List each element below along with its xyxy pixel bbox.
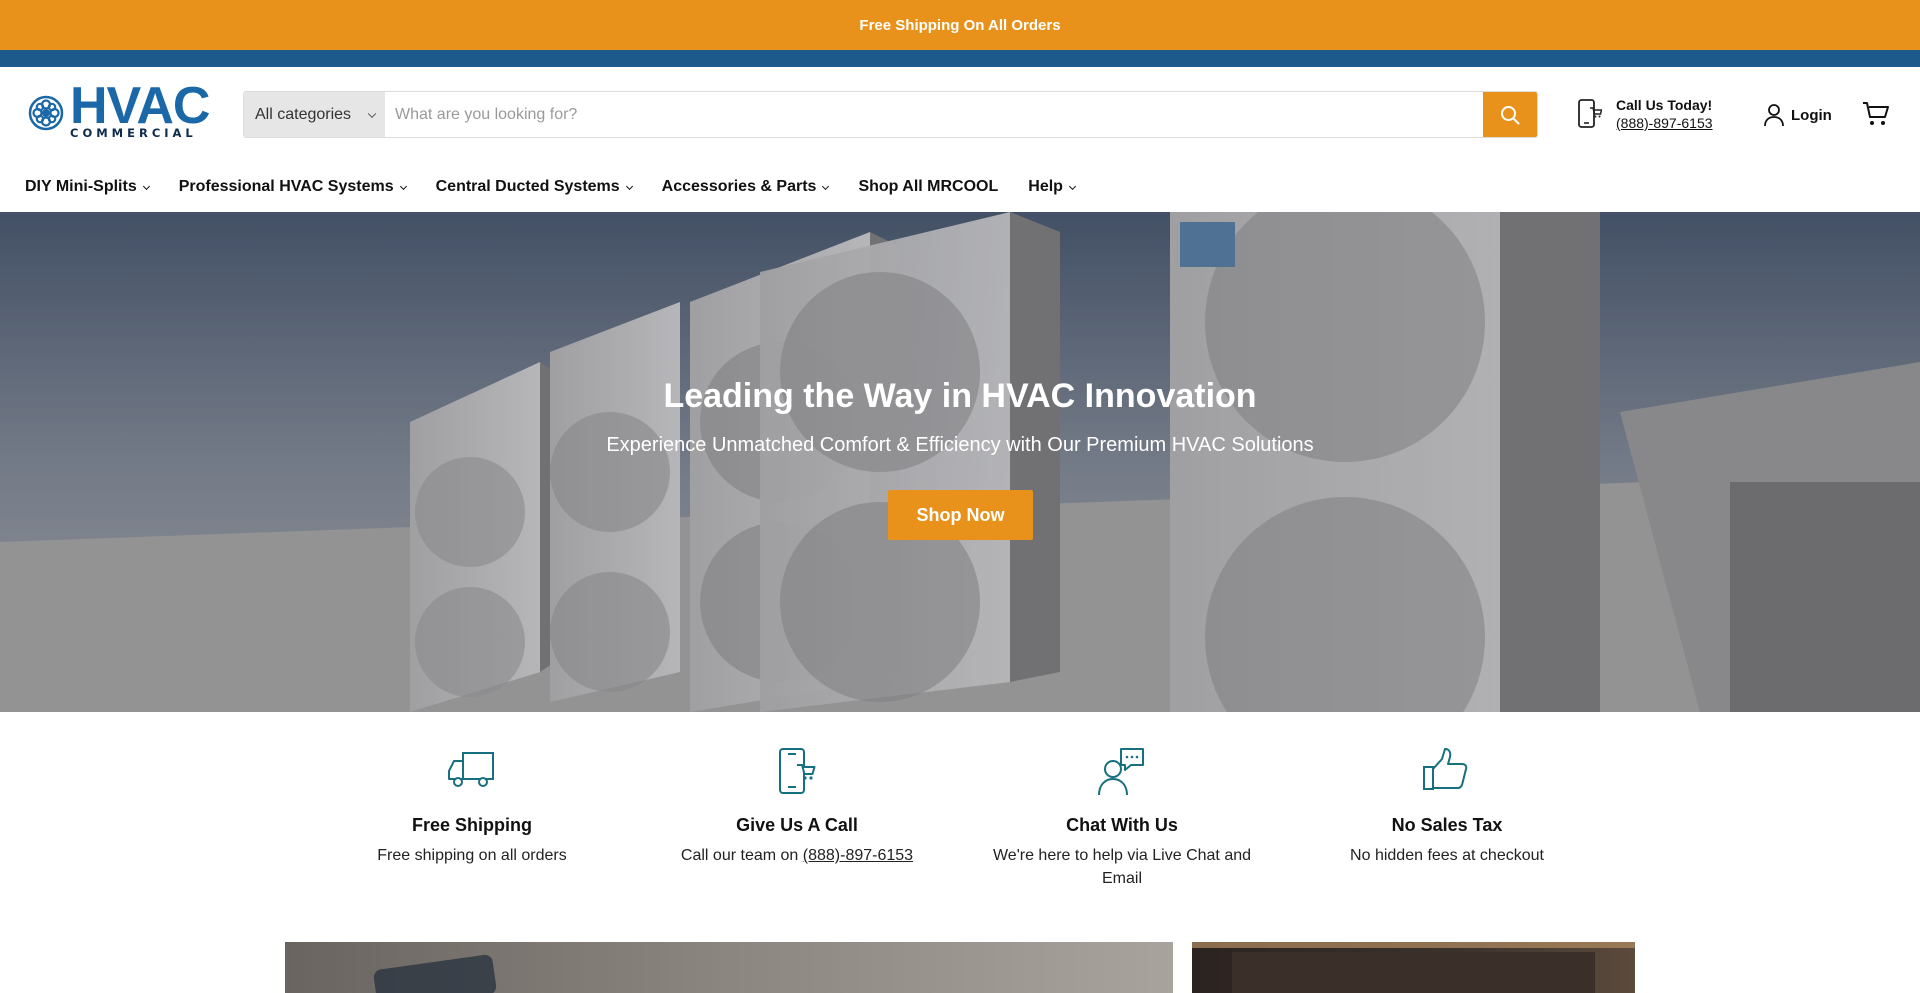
feature-text: No hidden fees at checkout <box>1350 847 1544 864</box>
promo-image-left <box>373 954 497 993</box>
header-strip <box>0 50 1920 67</box>
feature-title: Give Us A Call <box>736 815 858 835</box>
nav-item-central-ducted[interactable]: Central Ducted Systems <box>435 178 633 196</box>
feature-text: Call our team on (888)-897-6153 <box>647 844 947 867</box>
shop-now-button[interactable]: Shop Now <box>888 490 1033 540</box>
promo-tile-left[interactable] <box>285 942 1173 993</box>
chevron-down-icon <box>822 182 830 190</box>
feature-title: No Sales Tax <box>1391 815 1503 835</box>
nav-item-professional-hvac[interactable]: Professional HVAC Systems <box>178 178 407 196</box>
main-nav: DIY Mini-Splits Professional HVAC System… <box>0 162 1920 212</box>
search-bar: All categories <box>243 91 1538 138</box>
cart-button[interactable] <box>1862 101 1890 132</box>
search-icon <box>1501 105 1520 124</box>
call-us-title: Call Us Today! <box>1616 97 1713 113</box>
feature-text: Free shipping on all orders <box>377 847 567 864</box>
nav-item-label: Shop All MRCOOL <box>858 178 999 195</box>
feature-free-shipping: Free Shipping Free shipping on all order… <box>322 747 622 867</box>
nav-item-label: Help <box>1028 178 1063 195</box>
feature-give-us-a-call: Give Us A Call Call our team on (888)-89… <box>647 747 947 867</box>
chevron-down-icon <box>625 182 633 190</box>
nav-item-label: DIY Mini-Splits <box>25 178 137 195</box>
login-label: Login <box>1791 106 1832 124</box>
brand-name: HVAC <box>70 77 210 136</box>
features-row: Free Shipping Free shipping on all order… <box>0 712 1920 942</box>
site-header: HVAC COMMERCIAL All categories Call Us T… <box>0 67 1920 162</box>
nav-item-label: Professional HVAC Systems <box>178 178 394 195</box>
call-us-phone-link[interactable]: (888)-897-6153 <box>1616 114 1713 132</box>
feature-phone-link[interactable]: (888)-897-6153 <box>803 847 913 864</box>
user-icon <box>1764 104 1784 127</box>
category-select[interactable]: All categories <box>244 92 385 137</box>
feature-chat-with-us: Chat With Us We're here to help via Live… <box>972 747 1272 890</box>
nav-item-diy-mini-splits[interactable]: DIY Mini-Splits <box>25 178 150 196</box>
chevron-down-icon <box>142 182 150 190</box>
call-us: Call Us Today! (888)-897-6153 <box>1576 93 1713 135</box>
nav-item-help[interactable]: Help <box>1028 178 1076 196</box>
promo-tile-right[interactable] <box>1192 942 1635 993</box>
search-button[interactable] <box>1483 92 1537 137</box>
hero-title: Leading the Way in HVAC Innovation <box>663 377 1257 415</box>
nav-item-accessories-parts[interactable]: Accessories & Parts <box>661 178 830 196</box>
feature-text: We're here to help via Live Chat and Ema… <box>992 847 1252 887</box>
search-input[interactable] <box>385 92 1483 137</box>
thumbs-up-icon <box>1423 748 1468 790</box>
phone-cart-icon <box>779 748 816 794</box>
chevron-down-icon <box>399 182 407 190</box>
announcement-text: Free Shipping On All Orders <box>859 16 1061 34</box>
cart-icon <box>1863 102 1889 125</box>
hero-banner: Leading the Way in HVAC Innovation Exper… <box>0 212 1920 712</box>
feature-title: Free Shipping <box>411 815 532 835</box>
chevron-down-icon <box>1068 182 1076 190</box>
promo-image-right <box>1192 942 1635 993</box>
brand-tagline: COMMERCIAL <box>70 126 197 141</box>
login-link[interactable]: Login <box>1763 102 1832 128</box>
chevron-down-icon <box>367 109 377 118</box>
nav-item-label: Accessories & Parts <box>661 178 817 195</box>
phone-icon <box>1578 99 1602 128</box>
feature-title: Chat With Us <box>1066 815 1178 835</box>
feature-text-prefix: Call our team on <box>680 847 803 864</box>
hero-subtitle: Experience Unmatched Comfort & Efficienc… <box>606 434 1314 456</box>
feature-no-sales-tax: No Sales Tax No hidden fees at checkout <box>1297 747 1597 867</box>
truck-icon <box>448 752 494 787</box>
logo[interactable]: HVAC COMMERCIAL <box>28 77 210 141</box>
nav-item-shop-all-mrcool[interactable]: Shop All MRCOOL <box>858 178 998 196</box>
chat-support-icon <box>1098 748 1144 796</box>
fan-icon <box>28 95 64 131</box>
category-select-value: All categories <box>255 105 352 123</box>
nav-item-label: Central Ducted Systems <box>435 178 620 195</box>
announcement-bar: Free Shipping On All Orders <box>0 0 1920 50</box>
